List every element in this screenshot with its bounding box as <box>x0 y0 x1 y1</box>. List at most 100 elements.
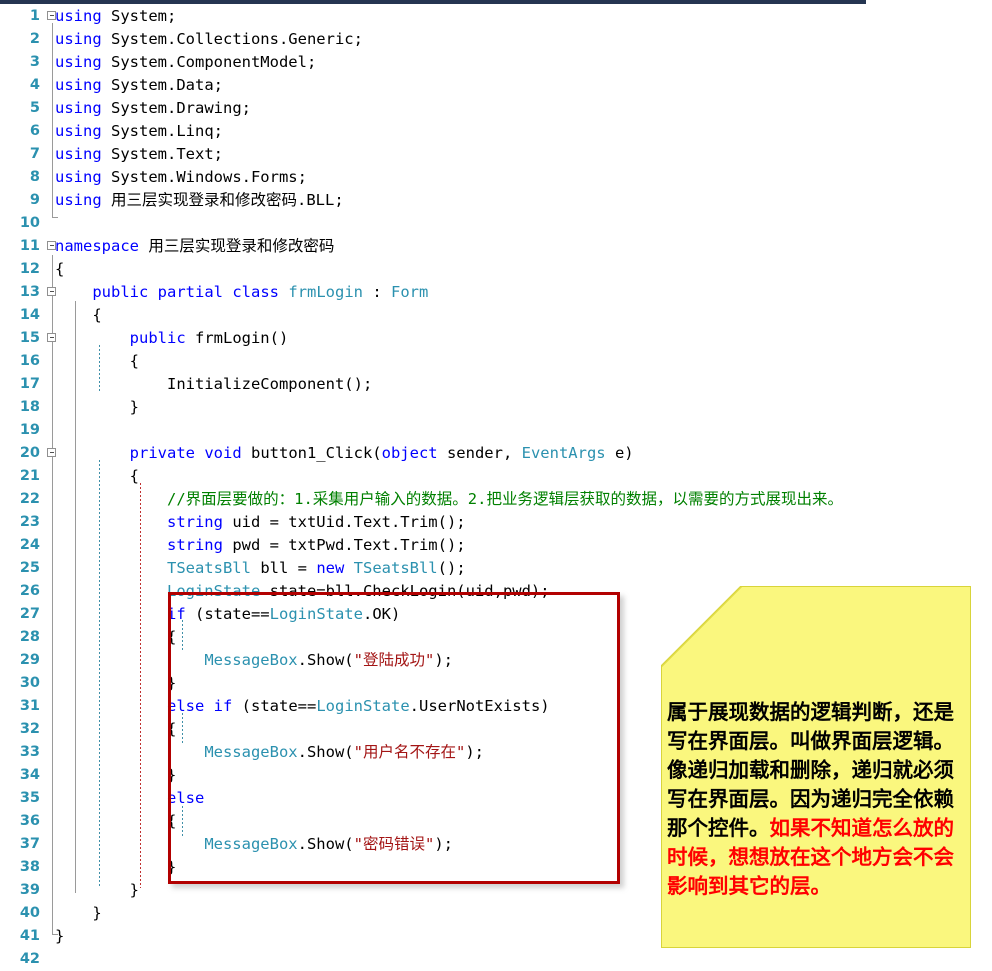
token-pln: System.Windows.Forms; <box>101 168 307 186</box>
line-number: 23 <box>19 514 40 530</box>
token-pln: (); <box>437 559 466 577</box>
token-pln <box>344 559 353 577</box>
token-cmt: //界面层要做的：1.采集用户输入的数据。2.把业务逻辑层获取的数据，以需要的方… <box>55 490 843 508</box>
token-kw: string <box>166 536 223 554</box>
line-number: 29 <box>19 652 40 668</box>
line-number: 40 <box>19 905 40 921</box>
code-line[interactable]: 7 using System.Text; <box>0 143 992 166</box>
line-text: } <box>55 902 102 925</box>
code-line[interactable]: 18 } <box>0 396 992 419</box>
code-line[interactable]: 12 { <box>0 258 992 281</box>
token-pln <box>55 605 167 623</box>
token-pln: .UserNotExists) <box>409 697 550 715</box>
token-pln: System.Linq; <box>101 122 223 140</box>
token-kw: if <box>166 605 186 623</box>
line-text: using System.Linq; <box>55 120 223 143</box>
token-kw: using <box>55 30 102 48</box>
token-kw: void <box>204 444 242 462</box>
line-number: 24 <box>19 537 40 553</box>
token-pln: System.Text; <box>101 145 223 163</box>
code-line[interactable]: 6 using System.Linq; <box>0 120 992 143</box>
code-line[interactable]: 2 using System.Collections.Generic; <box>0 28 992 51</box>
token-pln <box>55 444 130 462</box>
code-line[interactable]: 10 <box>0 212 992 235</box>
line-text: public partial class frmLogin : Form <box>55 281 428 304</box>
line-text: else if (state==LoginState.UserNotExists… <box>55 695 550 718</box>
code-line[interactable]: 1 using System; <box>0 5 992 28</box>
token-pln: System.Data; <box>101 76 223 94</box>
code-line[interactable]: 21 { <box>0 465 992 488</box>
line-text: { <box>55 465 139 488</box>
line-text: } <box>55 764 176 787</box>
line-number: 35 <box>19 790 40 806</box>
line-number: 26 <box>19 583 40 599</box>
token-pln <box>55 697 167 715</box>
line-number: 31 <box>19 698 40 714</box>
line-text: { <box>55 258 64 281</box>
token-typ: Form <box>391 283 429 301</box>
token-typ: LoginState <box>316 697 410 715</box>
token-pln <box>55 329 130 347</box>
code-line[interactable]: 19 <box>0 419 992 442</box>
token-typ: TSeatsBll <box>166 559 251 577</box>
line-text: using System.Windows.Forms; <box>55 166 307 189</box>
code-line[interactable]: 11 namespace 用三层实现登录和修改密码 <box>0 235 992 258</box>
code-line[interactable]: 5 using System.Drawing; <box>0 97 992 120</box>
line-text: InitializeComponent(); <box>55 373 372 396</box>
code-line[interactable]: 25 TSeatsBll bll = new TSeatsBll(); <box>0 557 992 580</box>
token-pln <box>55 651 204 669</box>
token-pln: pwd = txtPwd.Text.Trim(); <box>222 536 466 554</box>
line-text: using System.ComponentModel; <box>55 51 316 74</box>
code-line[interactable]: 42 <box>0 948 992 971</box>
token-kw: using <box>55 122 102 140</box>
token-typ: MessageBox <box>204 651 298 669</box>
line-number: 25 <box>19 560 40 576</box>
token-pln: } <box>55 927 65 945</box>
line-text: //界面层要做的：1.采集用户输入的数据。2.把业务逻辑层获取的数据，以需要的方… <box>55 488 843 511</box>
token-typ: frmLogin <box>288 283 364 301</box>
code-line[interactable]: 24 string pwd = txtPwd.Text.Trim(); <box>0 534 992 557</box>
token-kw: private <box>129 444 195 462</box>
code-line[interactable]: 9 using 用三层实现登录和修改密码.BLL; <box>0 189 992 212</box>
line-text: MessageBox.Show("密码错误"); <box>55 833 453 856</box>
token-typ: EventArgs <box>521 444 606 462</box>
token-pln: InitializeComponent(); <box>55 375 373 393</box>
token-kw: partial <box>157 283 223 301</box>
token-kw: using <box>55 7 102 25</box>
token-pln: .Show( <box>297 835 354 853</box>
line-number: 19 <box>19 422 40 438</box>
token-kw: using <box>55 191 102 209</box>
token-pln: System.ComponentModel; <box>101 53 317 71</box>
code-line[interactable]: 20 private void button1_Click(object sen… <box>0 442 992 465</box>
line-text: { <box>55 718 176 741</box>
code-line[interactable]: 4 using System.Data; <box>0 74 992 97</box>
code-line[interactable]: 22 //界面层要做的：1.采集用户输入的数据。2.把业务逻辑层获取的数据，以需… <box>0 488 992 511</box>
line-number: 3 <box>29 54 40 70</box>
token-pln <box>204 697 213 715</box>
token-pln: ); <box>465 743 484 761</box>
token-str: "用户名不存在" <box>353 743 466 761</box>
code-line[interactable]: 8 using System.Windows.Forms; <box>0 166 992 189</box>
token-typ: MessageBox <box>204 835 298 853</box>
token-pln <box>55 835 204 853</box>
code-line[interactable]: 17 InitializeComponent(); <box>0 373 992 396</box>
token-pln: { <box>55 628 177 646</box>
code-line[interactable]: 15 public frmLogin() <box>0 327 992 350</box>
code-line[interactable]: 23 string uid = txtUid.Text.Trim(); <box>0 511 992 534</box>
code-line[interactable]: 16 { <box>0 350 992 373</box>
token-pln: } <box>55 881 139 899</box>
token-pln: } <box>55 904 102 922</box>
code-line[interactable]: 14 { <box>0 304 992 327</box>
code-line[interactable]: 13 public partial class frmLogin : Form <box>0 281 992 304</box>
token-pln: { <box>55 352 139 370</box>
line-number: 39 <box>19 882 40 898</box>
token-pln: (state== <box>232 697 317 715</box>
code-line[interactable]: 3 using System.ComponentModel; <box>0 51 992 74</box>
token-kw: else <box>166 789 205 807</box>
line-text: using System; <box>55 5 176 28</box>
token-kw: string <box>166 513 223 531</box>
line-number: 9 <box>29 192 40 208</box>
token-typ: LoginState <box>269 605 363 623</box>
line-number: 18 <box>19 399 40 415</box>
line-text: public frmLogin() <box>55 327 289 350</box>
